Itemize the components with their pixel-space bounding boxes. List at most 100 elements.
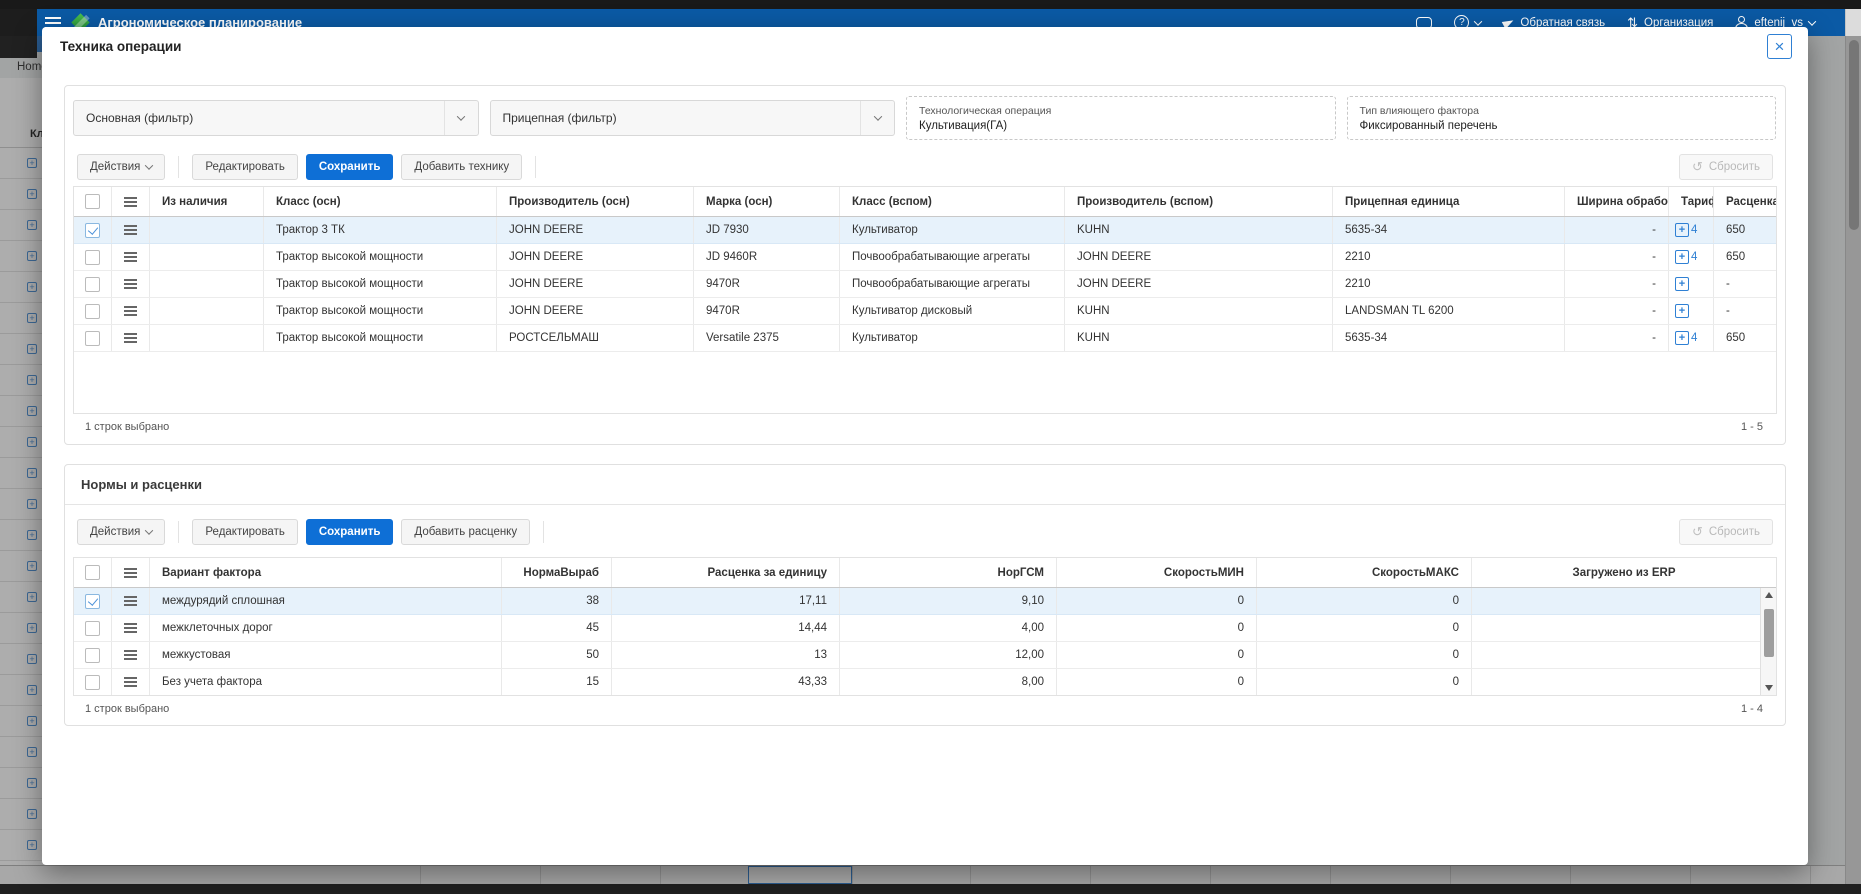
row-menu-icon[interactable] (124, 337, 137, 339)
table-cell: - (1565, 244, 1669, 270)
table-cell (1472, 588, 1776, 614)
table-cell: РОСТСЕЛЬМАШ (497, 325, 694, 351)
filter-row: Основная (фильтр) Прицепная (фильтр) Тех… (65, 86, 1785, 140)
edit-button[interactable]: Редактировать (192, 154, 297, 180)
row-checkbox[interactable] (85, 594, 100, 609)
table-cell: 650 (1714, 217, 1776, 243)
edit-button[interactable]: Редактировать (192, 519, 297, 545)
modal-close-button[interactable]: × (1767, 34, 1792, 59)
table-cell: - (1565, 298, 1669, 324)
tariff-expand-button[interactable]: + (1675, 277, 1689, 291)
tariff-expand-button[interactable]: + (1675, 331, 1689, 345)
table-cell: +4 (1669, 325, 1714, 351)
add-rate-button[interactable]: Добавить расценку (401, 519, 530, 545)
table-cell (1472, 615, 1776, 641)
factor-type-value: Фиксированный перечень (1360, 120, 1764, 132)
row-checkbox[interactable] (85, 648, 100, 663)
row-menu-cell (112, 271, 150, 297)
toolbar-separator (178, 521, 179, 543)
row-menu-icon[interactable] (124, 201, 137, 203)
row-menu-icon[interactable] (124, 654, 137, 656)
table-cell (150, 271, 264, 297)
table-cell: 650 (1714, 244, 1776, 270)
trailer-filter-select[interactable]: Прицепная (фильтр) (490, 100, 896, 136)
table-row[interactable]: межкустовая501312,0000 (74, 642, 1776, 669)
table-cell: 0 (1057, 615, 1257, 641)
row-menu-icon[interactable] (124, 627, 137, 629)
table-row[interactable]: Без учета фактора1543,338,0000 (74, 669, 1776, 696)
chevron-down-icon (145, 161, 153, 169)
add-equipment-button[interactable]: Добавить технику (401, 154, 522, 180)
tariff-expand-button[interactable]: + (1675, 223, 1689, 237)
select-all-checkbox[interactable] (85, 194, 100, 209)
tariff-expand-button[interactable]: + (1675, 304, 1689, 318)
table-cell: - (1714, 271, 1776, 297)
table-cell: Трактор 3 ТК (264, 217, 497, 243)
table-row[interactable]: Трактор высокой мощностиJOHN DEERE9470RК… (74, 298, 1776, 325)
table-row[interactable]: Трактор высокой мощностиJOHN DEEREJD 946… (74, 244, 1776, 271)
table-row[interactable]: междурядий сплошная3817,119,1000 (74, 588, 1776, 615)
actions-dropdown-button[interactable]: Действия (77, 519, 165, 545)
table-cell: - (1714, 298, 1776, 324)
row-menu-icon[interactable] (124, 572, 137, 574)
select-all-checkbox[interactable] (85, 565, 100, 580)
row-checkbox[interactable] (85, 331, 100, 346)
checkbox-cell (74, 588, 112, 614)
table-row[interactable]: Трактор 3 ТКJOHN DEEREJD 7930Культиватор… (74, 217, 1776, 244)
scrollbar-thumb[interactable] (1764, 609, 1774, 657)
rates-section-title: Нормы и расценки (65, 465, 1785, 505)
table-cell: JOHN DEERE (497, 298, 694, 324)
row-checkbox[interactable] (85, 250, 100, 265)
table-row[interactable]: Трактор высокой мощностиРОСТСЕЛЬМАШVersa… (74, 325, 1776, 352)
table-cell: Трактор высокой мощности (264, 244, 497, 270)
row-menu-icon[interactable] (124, 229, 137, 231)
row-menu-cell (112, 615, 150, 641)
table-cell: JOHN DEERE (497, 271, 694, 297)
row-checkbox[interactable] (85, 621, 100, 636)
table-row[interactable]: Трактор высокой мощностиJOHN DEERE9470RП… (74, 271, 1776, 298)
table-row[interactable]: межклеточных дорог4514,444,0000 (74, 615, 1776, 642)
window-top-edge (0, 0, 1861, 9)
table-header-cell: Тарифн (1669, 187, 1714, 216)
equipment-operation-modal: Техника операции × Основная (фильтр) При… (42, 27, 1808, 865)
row-menu-icon[interactable] (124, 310, 137, 312)
actions-dropdown-button[interactable]: Действия (77, 154, 165, 180)
tariff-count: 4 (1691, 332, 1697, 344)
rates-table: Вариант фактораНормаВырабРасценка за еди… (73, 557, 1777, 696)
save-button[interactable]: Сохранить (306, 154, 394, 180)
tech-operation-field: Технологическая операция Культивация(ГА) (906, 96, 1336, 140)
row-menu-icon[interactable] (124, 283, 137, 285)
row-menu-icon[interactable] (124, 600, 137, 602)
table-header-cell: Расценка за единицу (612, 558, 840, 587)
table-cell: Трактор высокой мощности (264, 325, 497, 351)
table-header-cell: СкоростьМАКС (1257, 558, 1472, 587)
row-menu-cell (112, 187, 150, 216)
table-header-cell: Из наличия (150, 187, 264, 216)
table-cell: JOHN DEERE (1065, 271, 1333, 297)
row-checkbox[interactable] (85, 304, 100, 319)
reset-button[interactable]: Сбросить (1679, 154, 1773, 180)
hamburger-menu-icon[interactable] (45, 22, 61, 24)
reset-button[interactable]: Сбросить (1679, 519, 1773, 545)
row-menu-icon[interactable] (124, 681, 137, 683)
table-cell: 0 (1057, 588, 1257, 614)
table-header-row: Из наличияКласс (осн)Производитель (осн)… (74, 187, 1776, 217)
tariff-expand-button[interactable]: + (1675, 250, 1689, 264)
row-checkbox[interactable] (85, 675, 100, 690)
table-cell: Почвообрабатывающие агрегаты (840, 271, 1065, 297)
checkbox-cell (74, 642, 112, 668)
scroll-down-icon[interactable] (1765, 685, 1773, 691)
chevron-down-icon (444, 101, 478, 135)
main-filter-select[interactable]: Основная (фильтр) (73, 100, 479, 136)
table-header-cell: Производитель (осн) (497, 187, 694, 216)
factor-type-field: Тип влияющего фактора Фиксированный пере… (1347, 96, 1777, 140)
scroll-up-icon[interactable] (1765, 592, 1773, 598)
row-menu-icon[interactable] (124, 256, 137, 258)
save-button[interactable]: Сохранить (306, 519, 394, 545)
row-menu-cell (112, 217, 150, 243)
table-scrollbar[interactable] (1760, 588, 1776, 695)
toolbar-separator (178, 156, 179, 178)
row-checkbox[interactable] (85, 277, 100, 292)
row-checkbox[interactable] (85, 223, 100, 238)
table-cell: межклеточных дорог (150, 615, 502, 641)
